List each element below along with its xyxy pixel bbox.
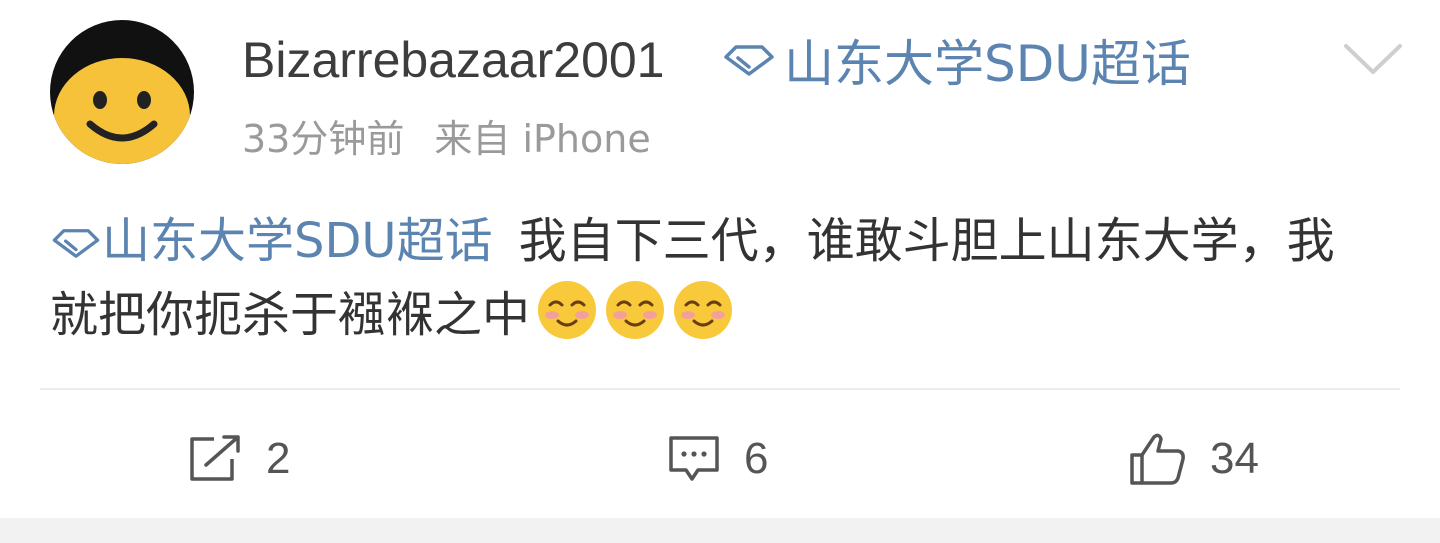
post-time: 33分钟前 [242,117,405,161]
avatar[interactable] [50,20,194,164]
like-button[interactable]: 34 [1128,428,1259,490]
content-topic-link[interactable]: 山东大学SDU超话 [50,213,493,269]
header-topic-label: 山东大学SDU超话 [784,35,1191,93]
username[interactable]: Bizarrebazaar2001 [242,28,665,92]
thumbs-up-icon [1130,433,1185,485]
like-count: 34 [1210,434,1259,483]
smiley-avatar-icon [50,20,194,164]
comment-count: 6 [744,434,769,483]
divider [40,388,1400,390]
header-topic-link[interactable]: 山东大学SDU超话 [722,28,1191,93]
smiling-blush-emoji-icon [606,281,665,339]
bottom-separator [0,518,1440,543]
repost-icon [190,435,240,481]
repost-button[interactable]: 2 [186,428,290,490]
diamond-icon [52,229,100,258]
post-content: 山东大学SDU超话 我自下三代，谁敢斗胆上山东大学，我就把你扼杀于襁褓之中 [50,204,1380,352]
chevron-down-icon[interactable] [1340,38,1406,78]
post-source: 来自 iPhone [434,117,651,161]
comment-icon [669,436,719,481]
repost-count: 2 [266,434,291,483]
diamond-icon [724,45,774,76]
content-topic-label: 山东大学SDU超话 [102,213,493,269]
post-meta: 33分钟前 来自 iPhone [242,112,651,166]
smiling-blush-emoji-icon [538,281,597,339]
comment-button[interactable]: 6 [666,428,768,490]
smiling-blush-emoji-icon [674,281,733,339]
